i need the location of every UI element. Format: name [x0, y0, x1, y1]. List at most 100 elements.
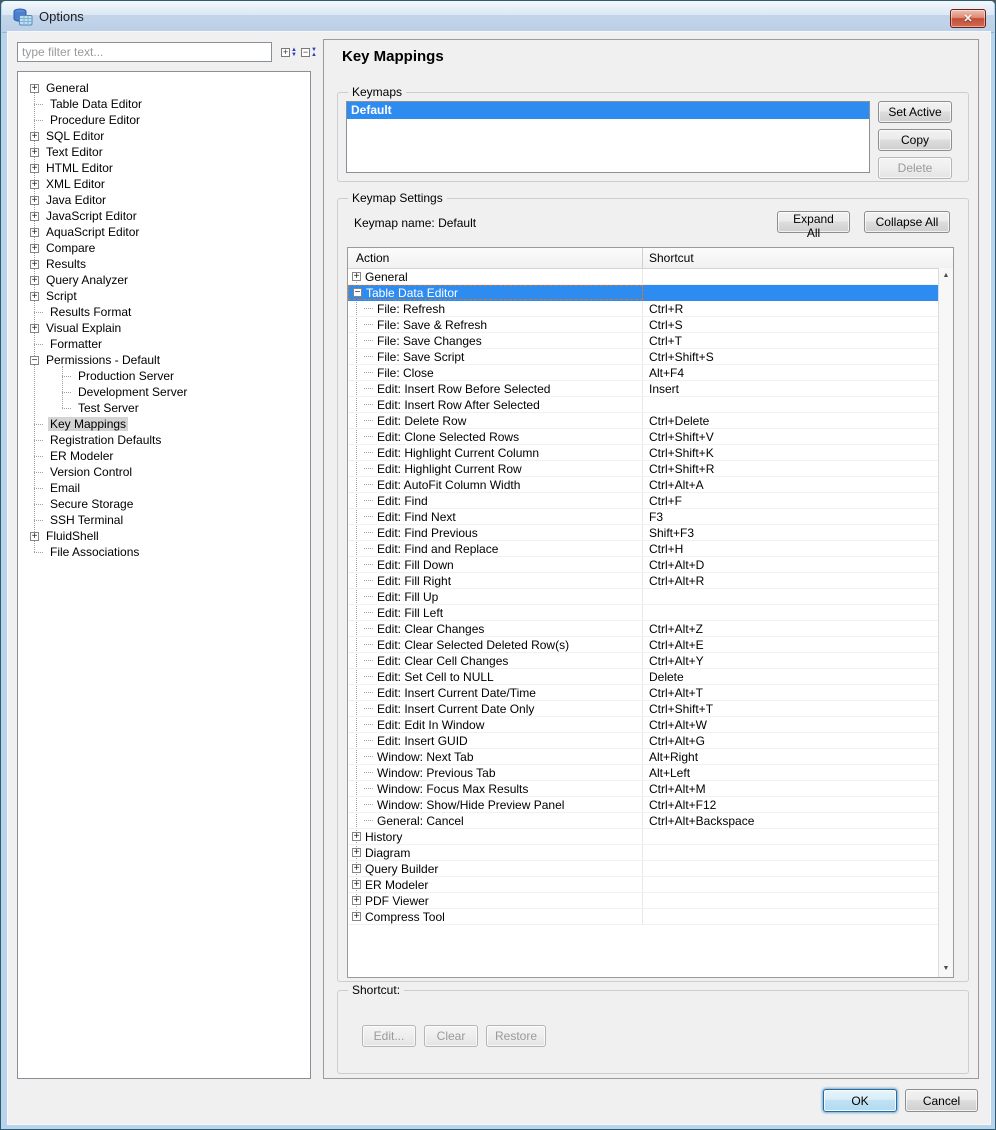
tree-item-compare[interactable]: + Compare: [18, 240, 310, 256]
close-button[interactable]: ✕: [950, 9, 986, 28]
table-row-edit-autofit-column-width[interactable]: Edit: AutoFit Column Width Ctrl+Alt+A: [348, 477, 938, 493]
tree-item-results-format[interactable]: Results Format: [18, 304, 310, 320]
table-row-query-builder[interactable]: + Query Builder: [348, 861, 938, 877]
table-row-edit-find-next[interactable]: Edit: Find Next F3: [348, 509, 938, 525]
plus-expander-icon[interactable]: +: [30, 291, 39, 301]
tree-item-formatter[interactable]: Formatter: [18, 336, 310, 352]
tree-item-version-control[interactable]: Version Control: [18, 464, 310, 480]
filter-input[interactable]: [17, 42, 272, 62]
keymap-list[interactable]: Default: [346, 101, 870, 173]
table-row-edit-fill-up[interactable]: Edit: Fill Up: [348, 589, 938, 605]
table-row-edit-highlight-current-column[interactable]: Edit: Highlight Current Column Ctrl+Shift…: [348, 445, 938, 461]
tree-item-query-analyzer[interactable]: + Query Analyzer: [18, 272, 310, 288]
cancel-button[interactable]: Cancel: [905, 1089, 978, 1112]
table-row-compress-tool[interactable]: + Compress Tool: [348, 909, 938, 925]
table-row-edit-highlight-current-row[interactable]: Edit: Highlight Current Row Ctrl+Shift+R: [348, 461, 938, 477]
table-row-edit-insert-current-date-only[interactable]: Edit: Insert Current Date Only Ctrl+Shift…: [348, 701, 938, 717]
plus-expander-icon[interactable]: +: [352, 912, 361, 922]
table-row-edit-find-previous[interactable]: Edit: Find Previous Shift+F3: [348, 525, 938, 541]
table-row-window-focus-max-results[interactable]: Window: Focus Max Results Ctrl+Alt+M: [348, 781, 938, 797]
table-row-file-refresh[interactable]: File: Refresh Ctrl+R: [348, 301, 938, 317]
minus-expander-icon[interactable]: −: [353, 288, 362, 298]
plus-expander-icon[interactable]: +: [30, 323, 39, 333]
table-row-window-next-tab[interactable]: Window: Next Tab Alt+Right: [348, 749, 938, 765]
tree-item-xml-editor[interactable]: + XML Editor: [18, 176, 310, 192]
plus-expander-icon[interactable]: +: [30, 211, 39, 221]
collapse-all-tree-icon[interactable]: − ▼ ▲: [301, 44, 319, 61]
tree-item-email[interactable]: Email: [18, 480, 310, 496]
tree-item-script[interactable]: + Script: [18, 288, 310, 304]
table-row-edit-clear-cell-changes[interactable]: Edit: Clear Cell Changes Ctrl+Alt+Y: [348, 653, 938, 669]
tree-item-general[interactable]: + General: [18, 80, 310, 96]
keymap-list-item[interactable]: Default: [347, 102, 869, 119]
tree-item-html-editor[interactable]: + HTML Editor: [18, 160, 310, 176]
table-row-general-cancel[interactable]: General: Cancel Ctrl+Alt+Backspace: [348, 813, 938, 829]
plus-expander-icon[interactable]: +: [30, 179, 39, 189]
tree-item-permissions-default[interactable]: − Permissions - Default: [18, 352, 310, 368]
plus-expander-icon[interactable]: +: [352, 848, 361, 858]
table-row-file-save-refresh[interactable]: File: Save & Refresh Ctrl+S: [348, 317, 938, 333]
table-row-history[interactable]: + History: [348, 829, 938, 845]
tree-item-java-editor[interactable]: + Java Editor: [18, 192, 310, 208]
column-header-action[interactable]: Action: [348, 248, 643, 268]
table-row-edit-fill-left[interactable]: Edit: Fill Left: [348, 605, 938, 621]
table-row-pdf-viewer[interactable]: + PDF Viewer: [348, 893, 938, 909]
tree-item-development-server[interactable]: Development Server: [18, 384, 310, 400]
table-header[interactable]: Action Shortcut: [348, 248, 953, 269]
scroll-up-icon[interactable]: ▲: [943, 268, 950, 284]
table-row-edit-edit-in-window[interactable]: Edit: Edit In Window Ctrl+Alt+W: [348, 717, 938, 733]
plus-expander-icon[interactable]: +: [30, 163, 39, 173]
tree-item-text-editor[interactable]: + Text Editor: [18, 144, 310, 160]
tree-item-test-server[interactable]: Test Server: [18, 400, 310, 416]
table-row-edit-insert-row-after-selected[interactable]: Edit: Insert Row After Selected: [348, 397, 938, 413]
table-row-edit-clone-selected-rows[interactable]: Edit: Clone Selected Rows Ctrl+Shift+V: [348, 429, 938, 445]
table-row-file-save-script[interactable]: File: Save Script Ctrl+Shift+S: [348, 349, 938, 365]
table-row-edit-clear-selected-deleted-row-s[interactable]: Edit: Clear Selected Deleted Row(s) Ctrl+…: [348, 637, 938, 653]
column-header-shortcut[interactable]: Shortcut: [643, 248, 953, 268]
plus-expander-icon[interactable]: +: [352, 864, 361, 874]
plus-expander-icon[interactable]: +: [30, 243, 39, 253]
plus-expander-icon[interactable]: +: [352, 896, 361, 906]
plus-expander-icon[interactable]: +: [352, 832, 361, 842]
plus-expander-icon[interactable]: +: [352, 880, 361, 890]
expand-all-tree-icon[interactable]: + ▲ ▼: [281, 44, 299, 61]
expand-all-button[interactable]: Expand All: [777, 211, 850, 240]
table-row-general[interactable]: + General: [348, 269, 938, 285]
plus-expander-icon[interactable]: +: [30, 83, 39, 93]
plus-expander-icon[interactable]: +: [30, 275, 39, 285]
tree-item-procedure-editor[interactable]: Procedure Editor: [18, 112, 310, 128]
set-active-button[interactable]: Set Active: [878, 101, 952, 123]
tree-item-fluidshell[interactable]: + FluidShell: [18, 528, 310, 544]
table-row-edit-insert-current-date-time[interactable]: Edit: Insert Current Date/Time Ctrl+Alt+T: [348, 685, 938, 701]
table-row-edit-delete-row[interactable]: Edit: Delete Row Ctrl+Delete: [348, 413, 938, 429]
tree-item-ssh-terminal[interactable]: SSH Terminal: [18, 512, 310, 528]
table-row-file-close[interactable]: File: Close Alt+F4: [348, 365, 938, 381]
ok-button[interactable]: OK: [823, 1089, 897, 1112]
table-row-edit-set-cell-to-null[interactable]: Edit: Set Cell to NULL Delete: [348, 669, 938, 685]
table-row-edit-insert-guid[interactable]: Edit: Insert GUID Ctrl+Alt+G: [348, 733, 938, 749]
tree-item-production-server[interactable]: Production Server: [18, 368, 310, 384]
plus-expander-icon[interactable]: +: [30, 131, 39, 141]
tree-item-visual-explain[interactable]: + Visual Explain: [18, 320, 310, 336]
table-row-er-modeler[interactable]: + ER Modeler: [348, 877, 938, 893]
table-row-diagram[interactable]: + Diagram: [348, 845, 938, 861]
tree-item-er-modeler[interactable]: ER Modeler: [18, 448, 310, 464]
table-row-window-previous-tab[interactable]: Window: Previous Tab Alt+Left: [348, 765, 938, 781]
plus-expander-icon[interactable]: +: [30, 531, 39, 541]
table-row-edit-clear-changes[interactable]: Edit: Clear Changes Ctrl+Alt+Z: [348, 621, 938, 637]
copy-button[interactable]: Copy: [878, 129, 952, 151]
tree-item-secure-storage[interactable]: Secure Storage: [18, 496, 310, 512]
tree-item-registration-defaults[interactable]: Registration Defaults: [18, 432, 310, 448]
table-row-edit-fill-down[interactable]: Edit: Fill Down Ctrl+Alt+D: [348, 557, 938, 573]
titlebar[interactable]: Options ✕: [2, 1, 994, 33]
table-row-edit-fill-right[interactable]: Edit: Fill Right Ctrl+Alt+R: [348, 573, 938, 589]
plus-expander-icon[interactable]: +: [352, 272, 361, 282]
scroll-down-icon[interactable]: ▼: [943, 961, 950, 977]
plus-expander-icon[interactable]: +: [30, 259, 39, 269]
table-row-window-show-hide-preview-panel[interactable]: Window: Show/Hide Preview Panel Ctrl+Alt+…: [348, 797, 938, 813]
plus-expander-icon[interactable]: +: [30, 195, 39, 205]
tree-item-table-data-editor[interactable]: Table Data Editor: [18, 96, 310, 112]
table-row-edit-find[interactable]: Edit: Find Ctrl+F: [348, 493, 938, 509]
table-row-table-data-editor[interactable]: − Table Data Editor: [348, 285, 938, 301]
minus-expander-icon[interactable]: −: [30, 355, 39, 365]
